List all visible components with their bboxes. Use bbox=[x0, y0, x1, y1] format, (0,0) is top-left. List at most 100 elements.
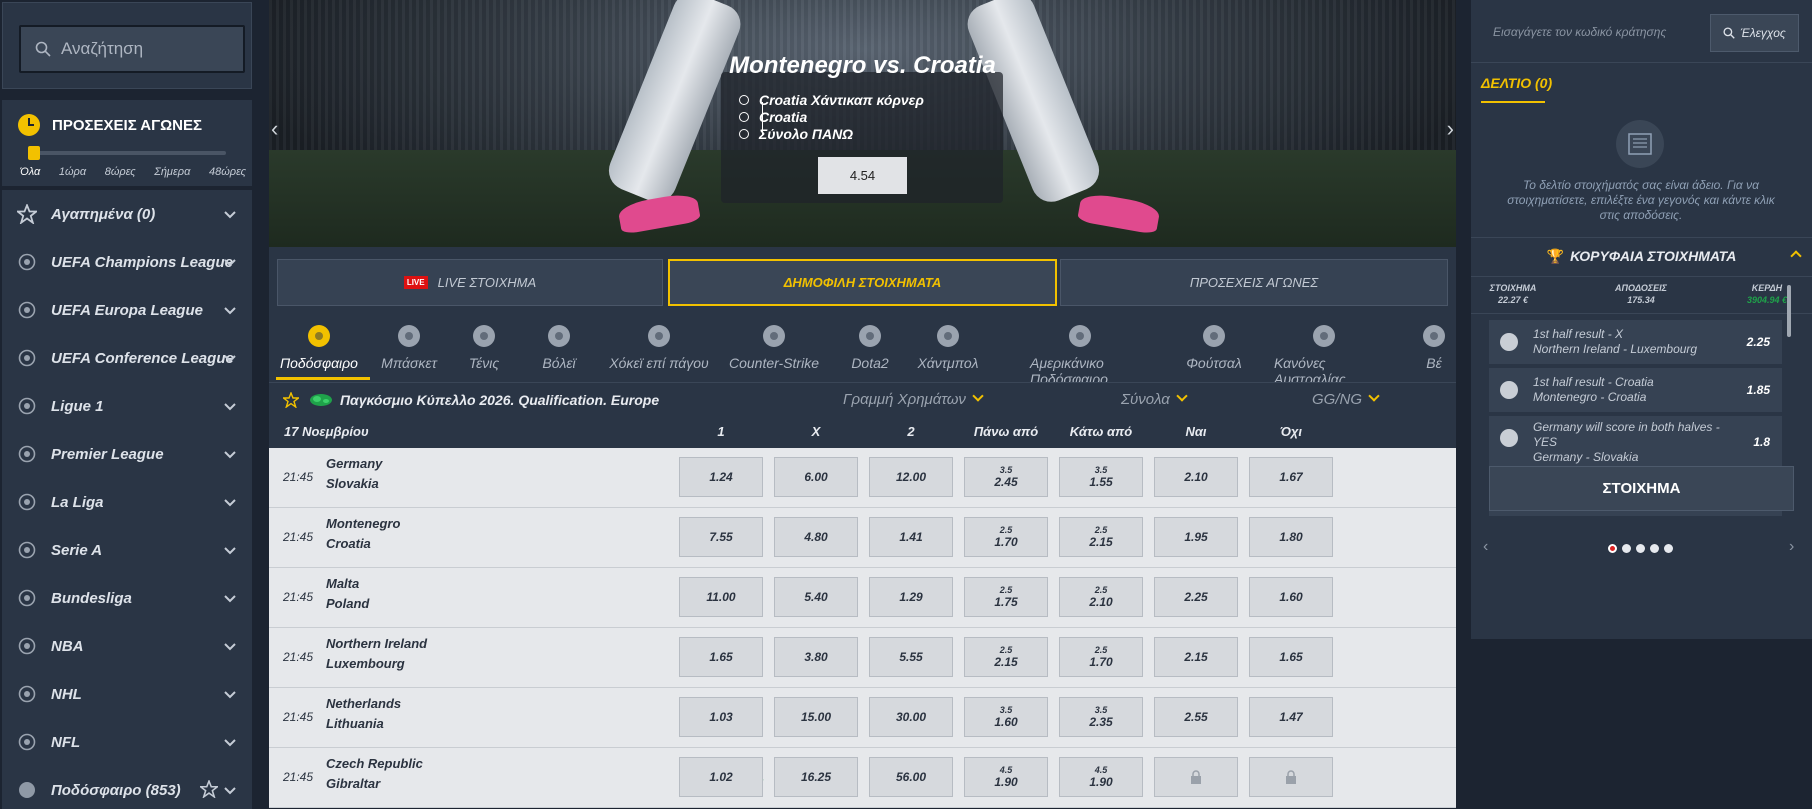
search-input[interactable]: Αναζήτηση bbox=[19, 25, 245, 73]
odds-button[interactable]: 2.10 bbox=[1154, 457, 1238, 497]
table-row[interactable]: 21:45MontenegroCroatia+15327.554.801.412… bbox=[269, 508, 1456, 568]
odds-button[interactable]: 2.15 bbox=[1154, 637, 1238, 677]
table-row[interactable]: 21:45Czech RepublicGibraltar+3271.0216.2… bbox=[269, 748, 1456, 808]
sidebar-item-league[interactable]: Bundesliga bbox=[2, 574, 252, 622]
odds-button[interactable]: 2.5 2.15 bbox=[964, 637, 1048, 677]
odds-button[interactable]: 3.5 2.45 bbox=[964, 457, 1048, 497]
chevron-down-icon[interactable] bbox=[224, 638, 236, 655]
sport-tab[interactable]: Ποδόσφαιρο bbox=[269, 323, 369, 371]
odds-button[interactable]: 1.24 bbox=[679, 457, 763, 497]
sidebar-item-league[interactable]: Premier League bbox=[2, 430, 252, 478]
chevron-down-icon[interactable] bbox=[224, 590, 236, 607]
odds-button[interactable]: 2.5 2.15 bbox=[1059, 517, 1143, 557]
chevron-down-icon[interactable] bbox=[224, 206, 236, 223]
booking-code-input[interactable]: Εισαγάγετε τον κωδικό κράτησης bbox=[1493, 25, 1666, 39]
tab-upcoming[interactable]: ΠΡΟΣΕΧΕΙΣ ΑΓΩΝΕΣ bbox=[1060, 259, 1448, 306]
sport-tab[interactable]: Βέ bbox=[1384, 323, 1456, 371]
filter-1h[interactable]: 1ώρα bbox=[59, 166, 86, 178]
odds-button[interactable]: 16.25 bbox=[774, 757, 858, 797]
place-bet-button[interactable]: ΣΤΟΙΧΗΜΑ bbox=[1489, 466, 1794, 511]
favorite-star-icon[interactable] bbox=[198, 779, 220, 802]
odds-button[interactable]: 2.5 2.10 bbox=[1059, 577, 1143, 617]
odds-button[interactable]: 1.67 bbox=[1249, 457, 1333, 497]
sport-tab[interactable]: Αμερικάνικο Ποδόσφαιρο bbox=[1030, 323, 1130, 382]
table-row[interactable]: 21:45Northern IrelandLuxembourg+16031.65… bbox=[269, 628, 1456, 688]
sport-tab[interactable]: Φούτσαλ bbox=[1164, 323, 1264, 371]
odds-button[interactable]: 1.65 bbox=[679, 637, 763, 677]
banner-odds-button[interactable]: 4.54 bbox=[818, 157, 907, 194]
sport-tab[interactable]: Χάντμπολ bbox=[898, 323, 998, 371]
sidebar-item-league[interactable]: UEFA Champions League bbox=[2, 238, 252, 286]
odds-button[interactable]: 11.00 bbox=[679, 577, 763, 617]
betslip-title[interactable]: ΔΕΛΤΙΟ (0) bbox=[1481, 75, 1552, 91]
odds-button-locked[interactable] bbox=[1154, 757, 1238, 797]
pagination-dot[interactable] bbox=[1608, 544, 1617, 553]
top-bet-item[interactable]: 1st half result - X Northern Ireland - Lu… bbox=[1489, 320, 1782, 364]
chevron-down-icon[interactable] bbox=[224, 302, 236, 319]
pagination-dot[interactable] bbox=[1622, 544, 1631, 553]
pagination-dot[interactable] bbox=[1636, 544, 1645, 553]
odds-button[interactable]: 2.25 bbox=[1154, 577, 1238, 617]
tab-popular[interactable]: ΔΗΜΟΦΙΛΗ ΣΤΟΙΧΗΜΑΤΑ bbox=[668, 259, 1057, 306]
odds-button[interactable]: 3.80 bbox=[774, 637, 858, 677]
chevron-down-icon[interactable] bbox=[224, 494, 236, 511]
favorite-star-icon[interactable] bbox=[283, 392, 299, 408]
odds-button[interactable]: 2.5 1.75 bbox=[964, 577, 1048, 617]
sport-tab[interactable]: Κανόνες Αυστραλίας bbox=[1274, 323, 1374, 382]
top-bets-title[interactable]: 🏆 ΚΟΡΥΦΑΙΑ ΣΤΟΙΧΗΜΑΤΑ bbox=[1471, 248, 1812, 265]
top-bet-item[interactable]: Germany will score in both halves - YES G… bbox=[1489, 416, 1782, 468]
odds-button[interactable]: 3.5 1.60 bbox=[964, 697, 1048, 737]
sidebar-item-league[interactable]: La Liga bbox=[2, 478, 252, 526]
chevron-down-icon[interactable] bbox=[224, 254, 236, 271]
pagination-dot[interactable] bbox=[1664, 544, 1673, 553]
odds-button[interactable]: 2.5 1.70 bbox=[964, 517, 1048, 557]
sidebar-item-league[interactable]: NFL bbox=[2, 718, 252, 766]
check-booking-button[interactable]: Έλεγχος bbox=[1710, 14, 1799, 52]
carousel-prev-icon[interactable]: ‹ bbox=[1483, 538, 1488, 556]
odds-button[interactable]: 1.80 bbox=[1249, 517, 1333, 557]
odds-button[interactable]: 1.03 bbox=[679, 697, 763, 737]
sidebar-item-league[interactable]: NHL bbox=[2, 670, 252, 718]
odds-button[interactable]: 7.55 bbox=[679, 517, 763, 557]
market-selector-ggng[interactable]: GG/NG bbox=[1312, 391, 1378, 408]
top-bet-item[interactable]: 1st half result - Croatia Montenegro - Cr… bbox=[1489, 368, 1782, 412]
chevron-down-icon[interactable] bbox=[224, 446, 236, 463]
top-bets-scrollbar[interactable] bbox=[1787, 285, 1791, 337]
tab-live[interactable]: LIVE LIVE ΣΤΟΙΧΗΜΑ bbox=[277, 259, 663, 306]
odds-button[interactable]: 4.5 1.90 bbox=[964, 757, 1048, 797]
sport-tab[interactable]: Βόλεϊ bbox=[509, 323, 609, 371]
odds-button[interactable]: 2.5 1.70 bbox=[1059, 637, 1143, 677]
market-selector-totals[interactable]: Σύνολα bbox=[1121, 391, 1186, 408]
sidebar-item-league[interactable]: UEFA Europa League bbox=[2, 286, 252, 334]
sidebar-item-league[interactable]: Serie A bbox=[2, 526, 252, 574]
odds-button[interactable]: 1.29 bbox=[869, 577, 953, 617]
sidebar-item-league[interactable]: Αγαπημένα (0) bbox=[2, 190, 252, 238]
odds-button[interactable]: 6.00 bbox=[774, 457, 858, 497]
odds-button[interactable]: 15.00 bbox=[774, 697, 858, 737]
carousel-next-icon[interactable]: › bbox=[1789, 538, 1794, 556]
odds-button-locked[interactable] bbox=[1249, 757, 1333, 797]
filter-all[interactable]: Όλα bbox=[20, 166, 40, 178]
promo-banner[interactable]: Montenegro vs. Croatia Croatia Χάντικαπ … bbox=[269, 0, 1456, 247]
chevron-down-icon[interactable] bbox=[224, 734, 236, 751]
sidebar-item-league[interactable]: Ποδόσφαιρο (853) bbox=[2, 766, 252, 809]
chevron-down-icon[interactable] bbox=[224, 782, 236, 799]
sport-tab[interactable]: Χόκεϊ επί πάγου bbox=[609, 323, 709, 371]
chevron-down-icon[interactable] bbox=[224, 350, 236, 367]
chevron-down-icon[interactable] bbox=[224, 686, 236, 703]
odds-button[interactable]: 1.41 bbox=[869, 517, 953, 557]
banner-next-arrow-icon[interactable]: › bbox=[1447, 116, 1454, 142]
odds-button[interactable]: 12.00 bbox=[869, 457, 953, 497]
time-filter-slider[interactable] bbox=[32, 151, 226, 155]
odds-button[interactable]: 3.5 2.35 bbox=[1059, 697, 1143, 737]
market-selector-moneyline[interactable]: Γραμμή Χρημάτων bbox=[843, 391, 982, 408]
slider-handle[interactable] bbox=[28, 146, 40, 160]
odds-button[interactable]: 3.5 1.55 bbox=[1059, 457, 1143, 497]
odds-button[interactable]: 5.55 bbox=[869, 637, 953, 677]
pagination-dot[interactable] bbox=[1650, 544, 1659, 553]
odds-button[interactable]: 4.80 bbox=[774, 517, 858, 557]
odds-button[interactable]: 1.60 bbox=[1249, 577, 1333, 617]
odds-button[interactable]: 1.95 bbox=[1154, 517, 1238, 557]
odds-button[interactable]: 4.5 1.90 bbox=[1059, 757, 1143, 797]
filter-48h[interactable]: 48ώρες bbox=[209, 166, 246, 178]
